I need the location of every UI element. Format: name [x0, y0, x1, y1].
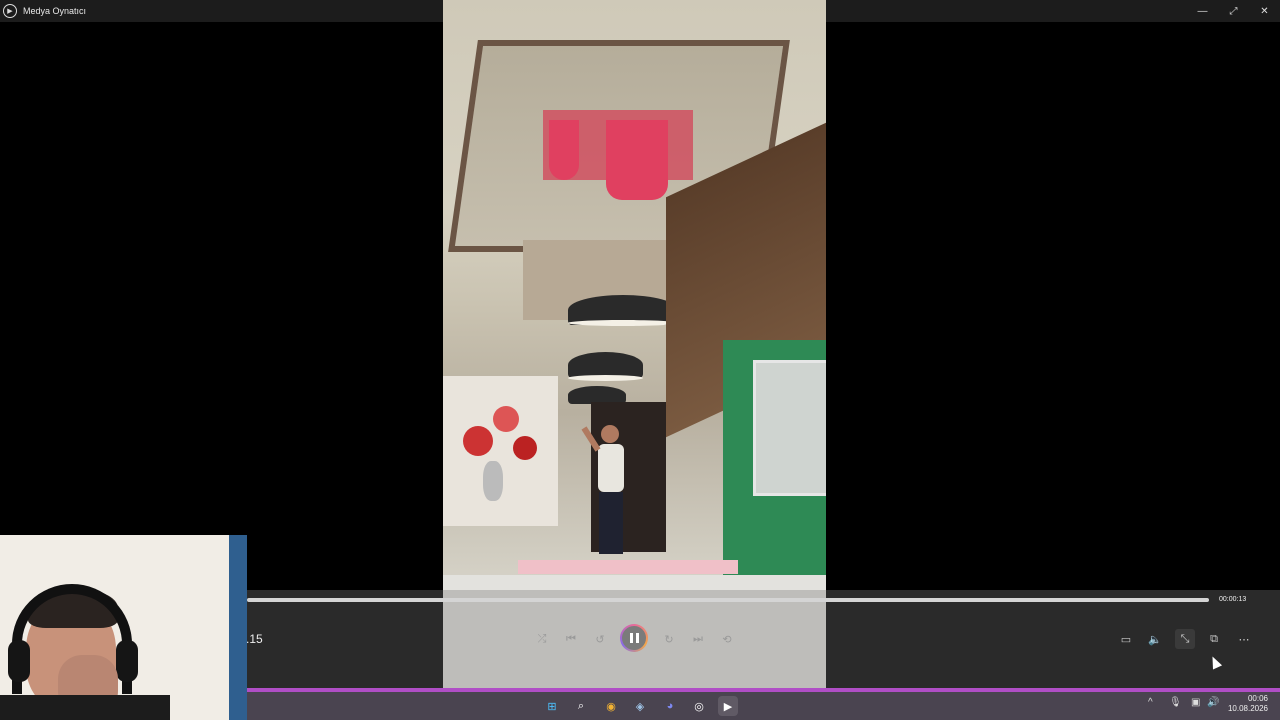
more-options-button[interactable]: ⋯: [1234, 629, 1254, 649]
window-controls: — ⤢ ✕: [1187, 0, 1280, 22]
shuffle-button[interactable]: ⤮: [532, 629, 552, 649]
video-scene-mirror: [753, 360, 826, 496]
mini-player-icon: ⧉: [1210, 632, 1218, 645]
search-icon: ⌕: [577, 699, 585, 712]
video-scene-flower: [463, 426, 493, 456]
shuffle-icon: ⤮: [537, 632, 547, 645]
taskbar-obs[interactable]: ◎: [689, 696, 709, 716]
video-scene-counter: [518, 560, 738, 574]
webcam-earcup: [116, 640, 138, 682]
video-scene-flower: [493, 406, 519, 432]
subtitles-icon: ▭: [1120, 633, 1132, 646]
taskbar-chrome[interactable]: ◉: [601, 696, 621, 716]
previous-icon: ⏮: [566, 632, 576, 645]
volume-button[interactable]: 🔈: [1145, 629, 1165, 649]
skip-back-button[interactable]: ↺: [590, 629, 610, 649]
skip-back-10-icon: ↺: [595, 633, 605, 646]
video-scene-vase: [483, 461, 503, 501]
play-pause-button[interactable]: [620, 624, 648, 652]
video-scene-red-cup: [549, 120, 579, 180]
media-player-icon: ▶: [723, 700, 733, 713]
video-frame[interactable]: [443, 0, 826, 688]
close-button[interactable]: ✕: [1249, 0, 1280, 22]
next-icon: ⏭: [693, 632, 703, 645]
pause-icon: [622, 626, 646, 650]
more-icon: ⋯: [1238, 633, 1250, 646]
microphone-icon[interactable]: 🎙: [1169, 697, 1182, 708]
video-scene-lamp-shade: [568, 375, 643, 381]
skip-forward-button[interactable]: ↻: [659, 629, 679, 649]
window-title: Medya Oynatıcı: [23, 6, 87, 16]
video-scene-red-container: [606, 120, 668, 200]
mini-player-button[interactable]: ⧉: [1204, 629, 1224, 649]
video-scene-person: [581, 425, 624, 554]
volume-icon: 🔈: [1148, 633, 1162, 646]
start-button[interactable]: ⊞: [542, 696, 562, 716]
taskbar-media-player[interactable]: ▶: [718, 696, 738, 716]
discord-icon: ◕: [666, 700, 674, 712]
webcam-blue-panel: [229, 535, 247, 720]
restore-button[interactable]: ⤢: [1218, 0, 1249, 22]
video-scene-flower: [513, 436, 537, 460]
subtitles-button[interactable]: ▭: [1116, 629, 1136, 649]
previous-button[interactable]: ⏮: [561, 629, 581, 649]
skip-forward-30-icon: ↻: [664, 633, 674, 646]
clock-time: 00:06: [1247, 694, 1268, 703]
clock-date: 10.08.2026: [1227, 704, 1268, 713]
repeat-button[interactable]: ⟲: [717, 629, 737, 649]
total-time: 00:00:13: [1219, 596, 1247, 603]
taskbar-discord[interactable]: ◕: [660, 696, 680, 716]
media-player-app-icon: ▶: [3, 4, 17, 18]
exit-fullscreen-icon: ⤡: [1180, 632, 1190, 645]
obs-icon: ◎: [694, 700, 704, 713]
network-icon[interactable]: ▣: [1191, 697, 1200, 708]
video-scene-flower-painting: [443, 376, 558, 526]
repeat-off-icon: ⟲: [722, 633, 732, 646]
next-button[interactable]: ⏭: [688, 629, 708, 649]
steam-icon: ◈: [635, 700, 645, 713]
taskbar-steam[interactable]: ◈: [630, 696, 650, 716]
taskbar-clock[interactable]: 00:06 10.08.2026: [1228, 694, 1268, 714]
windows-start-icon: ⊞: [547, 700, 557, 713]
chrome-icon: ◉: [606, 700, 616, 713]
video-scene-lamp-shade: [568, 320, 678, 326]
seek-bar[interactable]: [247, 598, 1209, 602]
webcam-cabinet: [175, 535, 230, 720]
taskbar: ⊞ ⌕ ◉ ◈ ◕ ◎ ▶ ^ 🎙 ▣ 🔊 00:06 10.08.2026: [247, 688, 1280, 720]
webcam-earcup: [8, 640, 30, 682]
current-time: .15: [246, 632, 263, 646]
minimize-button[interactable]: —: [1187, 0, 1218, 22]
chevron-up-icon[interactable]: ^: [1148, 697, 1153, 708]
webcam-shirt: [0, 695, 170, 720]
speaker-icon[interactable]: 🔊: [1207, 697, 1219, 708]
search-button[interactable]: ⌕: [571, 696, 591, 716]
exit-fullscreen-button[interactable]: ⤡: [1175, 629, 1195, 649]
